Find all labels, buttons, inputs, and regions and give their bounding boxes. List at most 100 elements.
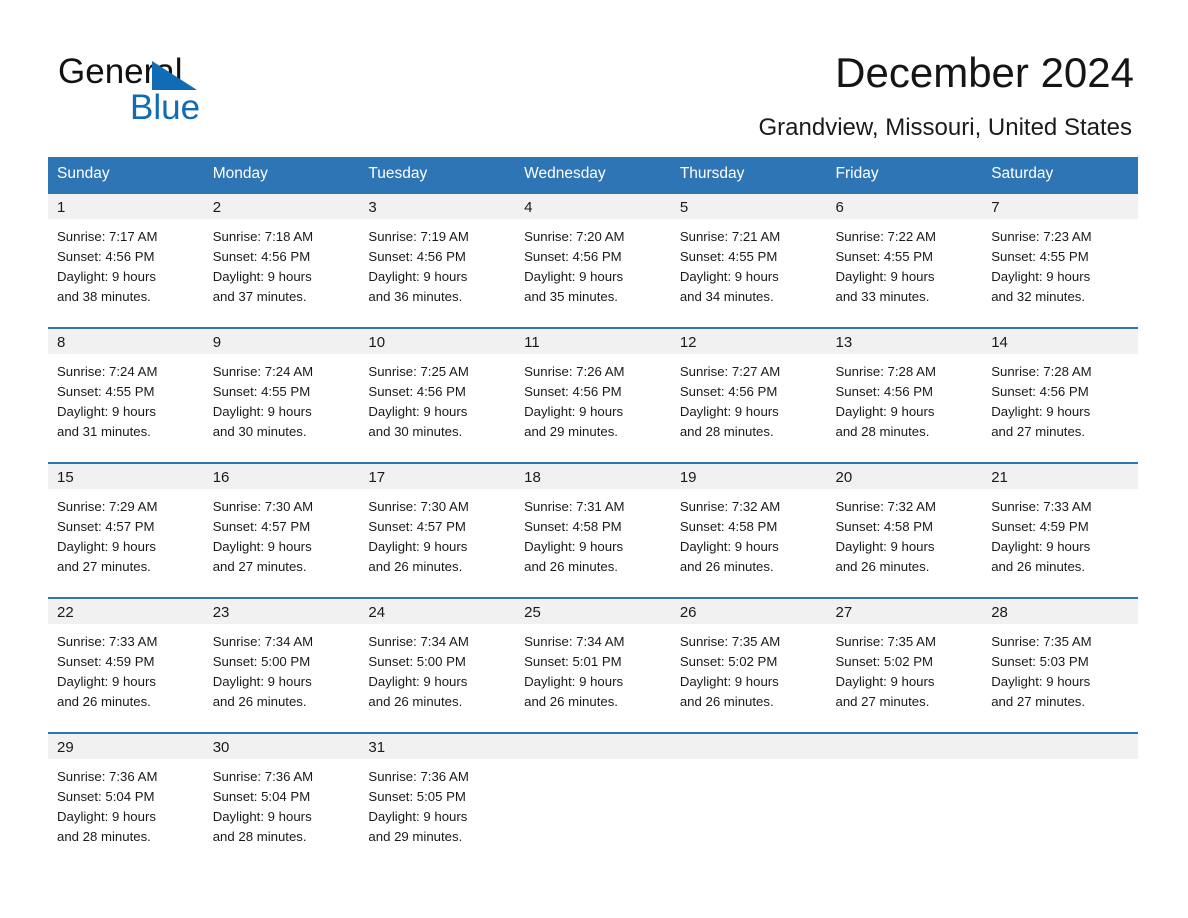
calendar-day-cell[interactable]: 4 Sunrise: 7:20 AM Sunset: 4:56 PM Dayli…: [515, 192, 671, 328]
daylight-text-line1: Daylight: 9 hours: [524, 269, 624, 284]
daylight-text-line2: and 36 minutes.: [368, 289, 463, 304]
calendar-day-cell[interactable]: 6 Sunrise: 7:22 AM Sunset: 4:55 PM Dayli…: [826, 192, 983, 328]
calendar-day-cell[interactable]: 11 Sunrise: 7:26 AM Sunset: 4:56 PM Dayl…: [515, 327, 671, 463]
calendar-week-row: 8 Sunrise: 7:24 AM Sunset: 4:55 PM Dayli…: [48, 327, 1138, 463]
weekday-header-saturday: Saturday: [982, 157, 1138, 193]
daylight-text-line2: and 29 minutes.: [524, 424, 618, 439]
calendar-day-cell[interactable]: 15 Sunrise: 7:29 AM Sunset: 4:57 PM Dayl…: [48, 462, 204, 598]
day-number: 13: [826, 329, 983, 354]
sunrise-text: Sunrise: 7:22 AM: [835, 229, 936, 244]
day-number: 31: [359, 734, 516, 759]
day-number: 14: [982, 329, 1138, 354]
calendar-day-cell[interactable]: 25 Sunrise: 7:34 AM Sunset: 5:01 PM Dayl…: [515, 597, 671, 733]
calendar-day-cell[interactable]: 19 Sunrise: 7:32 AM Sunset: 4:58 PM Dayl…: [670, 462, 827, 598]
logo-text-blue: Blue: [130, 88, 201, 127]
weekday-header-thursday: Thursday: [670, 157, 827, 193]
calendar-day-cell[interactable]: 16 Sunrise: 7:30 AM Sunset: 4:57 PM Dayl…: [203, 462, 360, 598]
day-details: Sunrise: 7:23 AM Sunset: 4:55 PM Dayligh…: [982, 219, 1138, 327]
daylight-text-line1: Daylight: 9 hours: [368, 674, 468, 689]
calendar-day-cell[interactable]: 28 Sunrise: 7:35 AM Sunset: 5:03 PM Dayl…: [982, 597, 1138, 733]
day-details: Sunrise: 7:33 AM Sunset: 4:59 PM Dayligh…: [982, 489, 1138, 597]
sunset-text: Sunset: 4:56 PM: [368, 384, 466, 399]
calendar-page: General Blue December 2024 Grandview, Mi…: [0, 0, 1188, 918]
calendar-day-cell[interactable]: 21 Sunrise: 7:33 AM Sunset: 4:59 PM Dayl…: [982, 462, 1138, 598]
daylight-text-line2: and 26 minutes.: [368, 559, 463, 574]
daylight-text-line1: Daylight: 9 hours: [368, 539, 468, 554]
calendar-day-cell[interactable]: 26 Sunrise: 7:35 AM Sunset: 5:02 PM Dayl…: [670, 597, 827, 733]
sunset-text: Sunset: 5:02 PM: [679, 654, 778, 669]
day-details: Sunrise: 7:18 AM Sunset: 4:56 PM Dayligh…: [203, 219, 360, 327]
generalblue-logo[interactable]: General Blue: [58, 52, 318, 132]
sunrise-text: Sunrise: 7:28 AM: [835, 364, 936, 379]
calendar-day-cell[interactable]: 20 Sunrise: 7:32 AM Sunset: 4:58 PM Dayl…: [826, 462, 983, 598]
calendar-day-cell[interactable]: 8 Sunrise: 7:24 AM Sunset: 4:55 PM Dayli…: [48, 327, 204, 463]
daylight-text-line2: and 29 minutes.: [368, 829, 463, 844]
sunrise-text: Sunrise: 7:29 AM: [57, 499, 158, 514]
day-number: 17: [359, 464, 516, 489]
day-number: 15: [48, 464, 204, 489]
day-details: Sunrise: 7:19 AM Sunset: 4:56 PM Dayligh…: [359, 219, 516, 327]
day-number: 11: [515, 329, 671, 354]
sunset-text: Sunset: 5:01 PM: [524, 654, 622, 669]
day-number: 27: [826, 599, 983, 624]
calendar-day-cell[interactable]: 3 Sunrise: 7:19 AM Sunset: 4:56 PM Dayli…: [359, 192, 516, 328]
day-details: Sunrise: 7:35 AM Sunset: 5:03 PM Dayligh…: [982, 624, 1138, 732]
daylight-text-line2: and 28 minutes.: [57, 829, 151, 844]
daylight-text-line2: and 37 minutes.: [212, 289, 307, 304]
calendar-day-cell[interactable]: 29 Sunrise: 7:36 AM Sunset: 5:04 PM Dayl…: [48, 732, 204, 867]
sunrise-text: Sunrise: 7:33 AM: [57, 634, 158, 649]
weekday-header-wednesday: Wednesday: [515, 157, 671, 193]
daylight-text-line2: and 35 minutes.: [524, 289, 618, 304]
daylight-text-line1: Daylight: 9 hours: [524, 404, 624, 419]
day-details: Sunrise: 7:30 AM Sunset: 4:57 PM Dayligh…: [203, 489, 360, 597]
day-number: [982, 734, 1138, 759]
calendar-day-cell[interactable]: 14 Sunrise: 7:28 AM Sunset: 4:56 PM Dayl…: [982, 327, 1138, 463]
day-details: Sunrise: 7:31 AM Sunset: 4:58 PM Dayligh…: [515, 489, 671, 597]
calendar-day-cell[interactable]: 17 Sunrise: 7:30 AM Sunset: 4:57 PM Dayl…: [359, 462, 516, 598]
sunrise-text: Sunrise: 7:31 AM: [524, 499, 625, 514]
calendar-day-cell[interactable]: 23 Sunrise: 7:34 AM Sunset: 5:00 PM Dayl…: [203, 597, 360, 733]
daylight-text-line2: and 27 minutes.: [991, 424, 1086, 439]
sunset-text: Sunset: 4:57 PM: [368, 519, 466, 534]
daylight-text-line1: Daylight: 9 hours: [835, 539, 935, 554]
day-number: 5: [670, 194, 827, 219]
calendar-day-cell[interactable]: 7 Sunrise: 7:23 AM Sunset: 4:55 PM Dayli…: [982, 192, 1138, 328]
sunset-text: Sunset: 4:56 PM: [524, 384, 622, 399]
daylight-text-line2: and 30 minutes.: [212, 424, 307, 439]
day-number: 23: [203, 599, 360, 624]
day-details: Sunrise: 7:36 AM Sunset: 5:04 PM Dayligh…: [203, 759, 360, 867]
calendar-day-cell[interactable]: 30 Sunrise: 7:36 AM Sunset: 5:04 PM Dayl…: [203, 732, 360, 867]
calendar-day-cell[interactable]: 10 Sunrise: 7:25 AM Sunset: 4:56 PM Dayl…: [359, 327, 516, 463]
calendar-day-cell[interactable]: 27 Sunrise: 7:35 AM Sunset: 5:02 PM Dayl…: [826, 597, 983, 733]
page-title: December 2024: [835, 49, 1134, 96]
calendar-day-cell[interactable]: 22 Sunrise: 7:33 AM Sunset: 4:59 PM Dayl…: [48, 597, 204, 733]
calendar-day-cell[interactable]: 5 Sunrise: 7:21 AM Sunset: 4:55 PM Dayli…: [670, 192, 827, 328]
daylight-text-line2: and 27 minutes.: [57, 559, 151, 574]
sunset-text: Sunset: 4:56 PM: [991, 384, 1089, 399]
daylight-text-line2: and 26 minutes.: [679, 694, 774, 709]
calendar-day-cell[interactable]: 1 Sunrise: 7:17 AM Sunset: 4:56 PM Dayli…: [48, 192, 204, 328]
day-number: 22: [48, 599, 204, 624]
calendar-day-cell[interactable]: 9 Sunrise: 7:24 AM Sunset: 4:55 PM Dayli…: [203, 327, 360, 463]
calendar-day-cell[interactable]: 13 Sunrise: 7:28 AM Sunset: 4:56 PM Dayl…: [826, 327, 983, 463]
day-details: Sunrise: 7:33 AM Sunset: 4:59 PM Dayligh…: [48, 624, 204, 732]
daylight-text-line1: Daylight: 9 hours: [57, 404, 156, 419]
daylight-text-line1: Daylight: 9 hours: [679, 539, 779, 554]
daylight-text-line1: Daylight: 9 hours: [991, 539, 1091, 554]
calendar-day-cell[interactable]: 12 Sunrise: 7:27 AM Sunset: 4:56 PM Dayl…: [670, 327, 827, 463]
sunrise-text: Sunrise: 7:17 AM: [57, 229, 158, 244]
daylight-text-line2: and 28 minutes.: [835, 424, 930, 439]
calendar-day-cell[interactable]: 2 Sunrise: 7:18 AM Sunset: 4:56 PM Dayli…: [203, 192, 360, 328]
day-number: 19: [670, 464, 827, 489]
calendar-day-cell[interactable]: 24 Sunrise: 7:34 AM Sunset: 5:00 PM Dayl…: [359, 597, 516, 733]
calendar-day-cell[interactable]: 31 Sunrise: 7:36 AM Sunset: 5:05 PM Dayl…: [359, 732, 516, 867]
logo-triangle-icon: [152, 61, 197, 90]
sunrise-text: Sunrise: 7:24 AM: [212, 364, 314, 379]
calendar-day-cell[interactable]: 18 Sunrise: 7:31 AM Sunset: 4:58 PM Dayl…: [515, 462, 671, 598]
day-details: Sunrise: 7:24 AM Sunset: 4:55 PM Dayligh…: [48, 354, 204, 462]
day-details: Sunrise: 7:28 AM Sunset: 4:56 PM Dayligh…: [826, 354, 983, 462]
sunset-text: Sunset: 4:55 PM: [991, 249, 1089, 264]
sunrise-text: Sunrise: 7:33 AM: [991, 499, 1092, 514]
daylight-text-line1: Daylight: 9 hours: [835, 269, 935, 284]
daylight-text-line1: Daylight: 9 hours: [991, 269, 1091, 284]
